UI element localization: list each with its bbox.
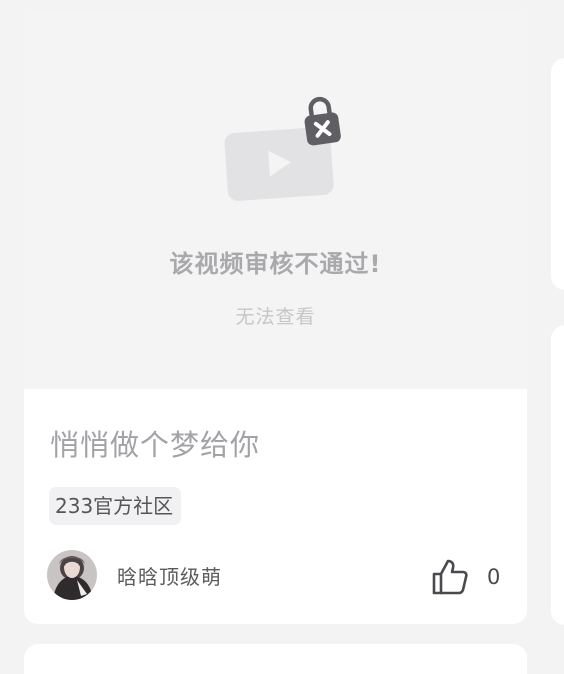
post-title[interactable]: 悄悄做个梦给你 bbox=[50, 422, 260, 464]
author-info[interactable]: 晗晗顶级萌 bbox=[47, 549, 222, 601]
locked-video-icon bbox=[224, 96, 341, 201]
unavailable-message: 无法查看 bbox=[235, 306, 316, 328]
author-name[interactable]: 晗晗顶级萌 bbox=[117, 561, 222, 590]
next-post-card[interactable] bbox=[24, 644, 527, 674]
review-rejected-message: 该视频审核不通过! bbox=[169, 250, 382, 278]
neighbor-card[interactable] bbox=[551, 325, 564, 625]
like-button[interactable]: 0 bbox=[431, 557, 500, 597]
community-tag[interactable]: 233官方社区 bbox=[49, 487, 182, 525]
video-thumbnail-area[interactable]: 该视频审核不通过! 无法查看 bbox=[24, 12, 527, 389]
video-post-card[interactable]: 该视频审核不通过! 无法查看 悄悄做个梦给你 233官方社区 晗晗顶级萌 0 bbox=[24, 12, 527, 624]
avatar-image bbox=[47, 550, 97, 600]
neighbor-card[interactable] bbox=[551, 58, 564, 290]
like-count: 0 bbox=[487, 565, 501, 589]
thumbs-up-icon bbox=[432, 559, 468, 595]
avatar[interactable] bbox=[47, 550, 97, 600]
